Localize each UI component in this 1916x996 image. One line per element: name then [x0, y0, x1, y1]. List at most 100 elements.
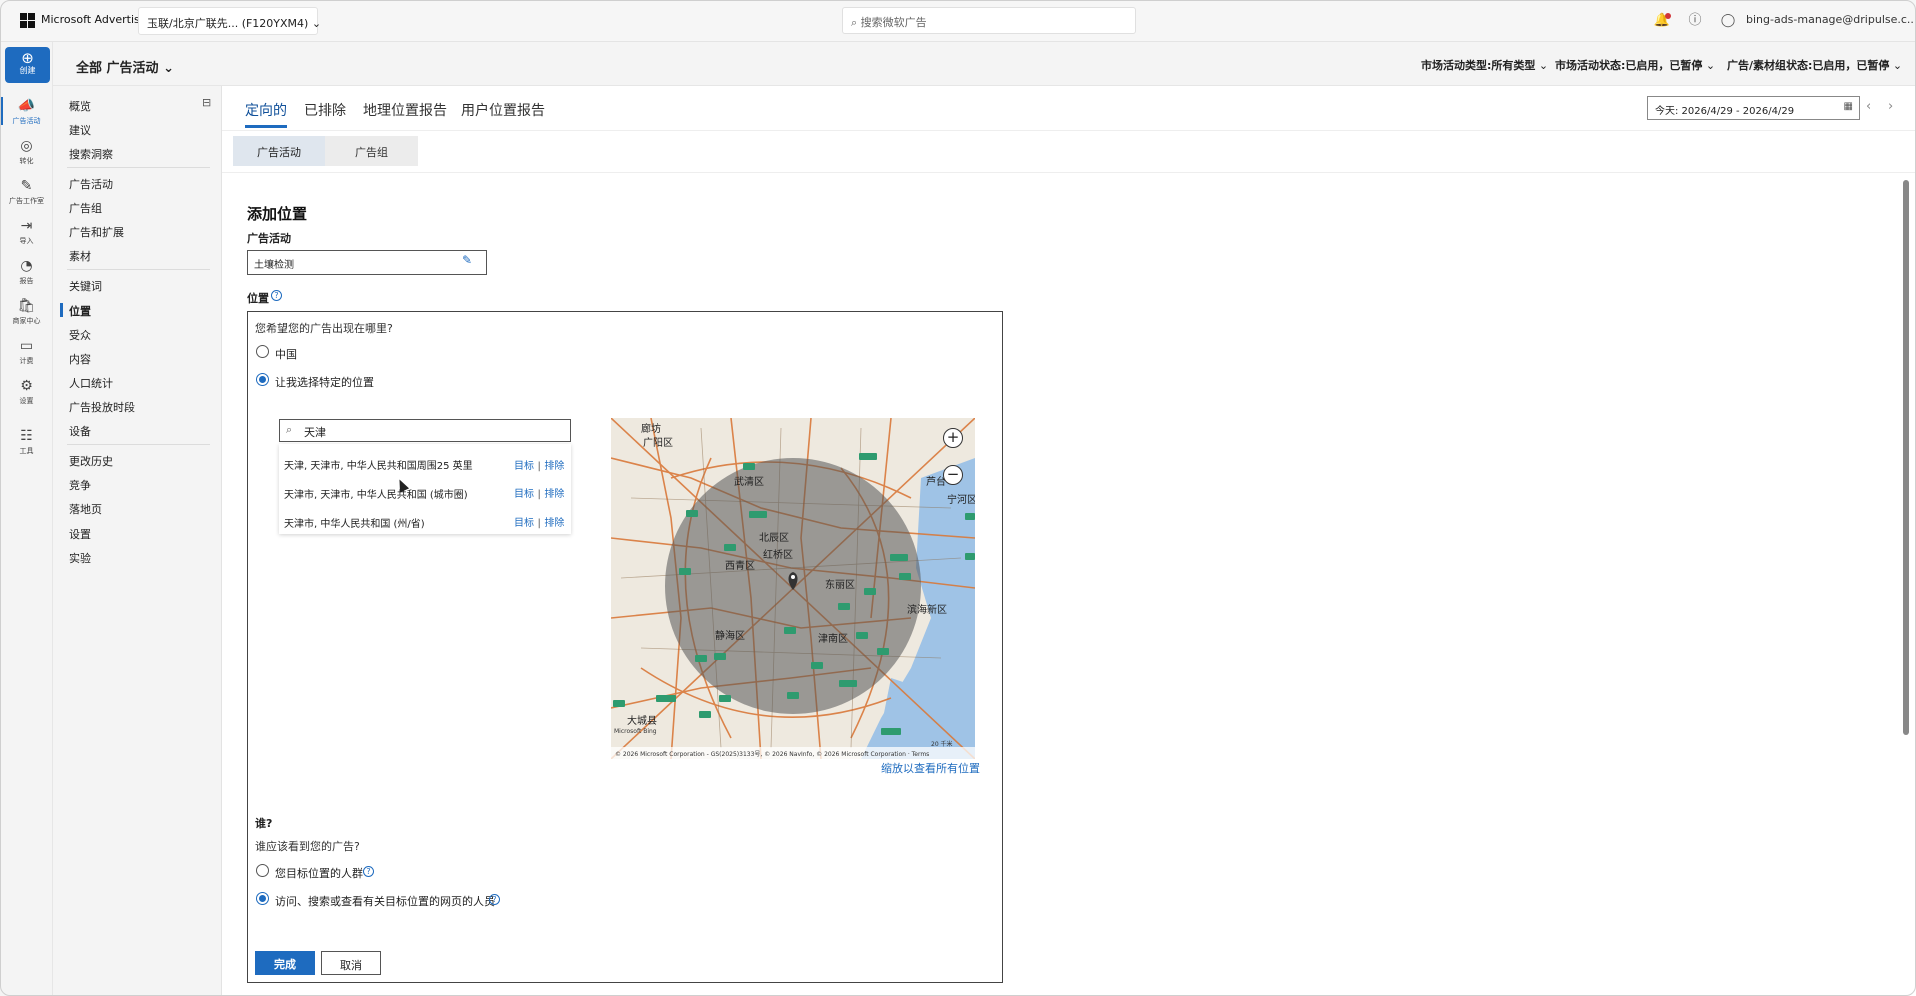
map-label: 红桥区: [763, 548, 793, 561]
filter-campaign-type[interactable]: 市场活动类型:所有类型 ⌄: [1421, 57, 1548, 73]
nav-content[interactable]: 内容: [69, 351, 91, 367]
nav-audiences[interactable]: 受众: [69, 327, 91, 343]
map-label: 武清区: [734, 475, 764, 488]
map-label: 大城县: [627, 714, 657, 727]
nav-experiments[interactable]: 实验: [69, 550, 91, 566]
tab-user-location-report[interactable]: 用户位置报告: [461, 100, 545, 120]
help-icon[interactable]: ?: [271, 290, 282, 301]
collapse-nav-icon[interactable]: ⊟: [202, 96, 211, 109]
nav-competition[interactable]: 竞争: [69, 477, 91, 493]
global-search-input[interactable]: ⌕ 搜索微软广告: [842, 7, 1136, 34]
rail-item-merchant-center[interactable]: 🛍 商家中心: [2, 298, 51, 326]
nav-devices[interactable]: 设备: [69, 423, 91, 439]
scrollbar[interactable]: [1903, 180, 1909, 735]
help-icon[interactable]: ⓘ: [1686, 12, 1704, 30]
nav-keywords[interactable]: 关键词: [69, 278, 102, 294]
suggestion-actions: 目标 | 排除: [514, 514, 564, 529]
chevron-right-icon[interactable]: ›: [1888, 99, 1893, 114]
nav-settings[interactable]: 设置: [69, 526, 91, 542]
filter-ad-status[interactable]: 广告/素材组状态:已启用，已暂停 ⌄: [1727, 57, 1902, 73]
target-link[interactable]: 目标: [514, 461, 534, 472]
nav-locations[interactable]: 位置: [69, 303, 91, 319]
chevron-left-icon[interactable]: ‹: [1866, 99, 1871, 114]
tab-targeted[interactable]: 定向的: [245, 100, 287, 120]
map-scale: 20 千米: [931, 740, 953, 748]
separator: |: [537, 489, 541, 500]
user-avatar-icon[interactable]: ◯: [1719, 12, 1737, 30]
filter-label: 市场活动类型:所有类型: [1421, 59, 1536, 72]
nav-ad-groups[interactable]: 广告组: [69, 200, 102, 216]
help-icon[interactable]: ?: [489, 894, 500, 905]
notification-badge: [1665, 13, 1671, 19]
target-link[interactable]: 目标: [514, 518, 534, 529]
nav-change-history[interactable]: 更改历史: [69, 453, 113, 469]
subtab-campaign[interactable]: 广告活动: [233, 136, 325, 166]
nav-demographics[interactable]: 人口统计: [69, 375, 113, 391]
separator: |: [537, 518, 541, 529]
suggestion-item[interactable]: 天津, 天津市, 中华人民共和国周围25 英里: [284, 457, 473, 472]
nav-assets[interactable]: 素材: [69, 248, 91, 264]
nav-overview[interactable]: 概览: [69, 98, 91, 114]
zoom-to-all-link[interactable]: 缩放以查看所有位置: [881, 760, 980, 776]
nav-landing-pages[interactable]: 落地页: [69, 501, 102, 517]
create-button[interactable]: ⊕ 创建: [5, 47, 50, 83]
nav-search-insights[interactable]: 搜索洞察: [69, 146, 113, 162]
help-icon[interactable]: ?: [363, 866, 374, 877]
nav-ad-schedule[interactable]: 广告投放时段: [69, 399, 135, 415]
rail-label: 设置: [19, 397, 34, 405]
nav-ads-extensions[interactable]: 广告和扩展: [69, 224, 124, 240]
done-button[interactable]: 完成: [255, 951, 315, 975]
rail-label: 计费: [19, 357, 34, 365]
location-map[interactable]: 廊坊 广阳区 武清区 北辰区 红桥区 西青区 东丽区 静海区 津南区 滨海新区 …: [611, 418, 975, 759]
gear-icon: ⚙: [20, 378, 33, 394]
date-range-picker[interactable]: 今天: 2026/4/29 - 2026/4/29 ▦: [1647, 96, 1860, 120]
who-question: 谁应该看到您的广告?: [255, 840, 360, 853]
rail-item-conversions[interactable]: ◎ 转化: [2, 138, 51, 166]
date-range-label: 今天: 2026/4/29 - 2026/4/29: [1655, 106, 1795, 117]
scope-label: 全部 广告活动: [76, 61, 159, 76]
radio-china[interactable]: [256, 345, 269, 358]
suggestion-item[interactable]: 天津市, 天津市, 中华人民共和国 (城市圈): [284, 486, 468, 501]
tab-geo-report[interactable]: 地理位置报告: [363, 100, 447, 120]
rail-item-campaigns[interactable]: 📣 广告活动: [2, 98, 51, 126]
radio-people-interested[interactable]: [256, 892, 269, 905]
rail-item-reports[interactable]: ◔ 报告: [2, 258, 51, 286]
map-label: 廊坊: [641, 422, 661, 435]
cancel-button[interactable]: 取消: [321, 951, 381, 975]
user-email[interactable]: bing-ads-manage@dripulse.c...: [1746, 13, 1916, 26]
map-label: 北辰区: [759, 532, 789, 544]
campaign-scope-selector[interactable]: 全部 广告活动 ⌄: [76, 57, 174, 76]
radio-specific-locations[interactable]: [256, 373, 269, 386]
zoom-out-icon[interactable]: −: [943, 465, 963, 485]
filter-campaign-status[interactable]: 市场活动状态:已启用，已暂停 ⌄: [1555, 57, 1715, 73]
chevron-down-icon: ⌄: [311, 17, 322, 30]
import-icon: ⇥: [20, 218, 33, 234]
rail-item-import[interactable]: ⇥ 导入: [2, 218, 51, 246]
search-icon: ⌕: [851, 16, 858, 29]
radio-people-in-location[interactable]: [256, 864, 269, 877]
exclude-link[interactable]: 排除: [544, 518, 564, 529]
rail-item-billing[interactable]: ▭ 计费: [2, 338, 51, 366]
microsoft-logo-icon: [20, 13, 35, 28]
nav-campaigns[interactable]: 广告活动: [69, 176, 113, 192]
nav-divider: [67, 444, 210, 445]
rail-item-settings[interactable]: ⚙ 设置: [2, 378, 51, 406]
subtab-ad-group[interactable]: 广告组: [325, 136, 418, 166]
edit-image-icon: ✎: [20, 178, 33, 194]
campaign-field[interactable]: 土壤检测: [247, 250, 487, 275]
who-title: 谁?: [255, 817, 273, 830]
tab-excluded[interactable]: 已排除: [304, 100, 346, 120]
map-attribution: © 2026 Microsoft Corporation - GS(2025)3…: [615, 751, 929, 758]
location-search-input[interactable]: 天津: [279, 419, 571, 442]
account-selector[interactable]: 玉联/北京广联先... (F120YXM4) ⌄: [138, 7, 322, 35]
exclude-link[interactable]: 排除: [544, 489, 564, 500]
nav-recommendations[interactable]: 建议: [69, 122, 91, 138]
rail-item-ad-studio[interactable]: ✎ 广告工作室: [2, 178, 51, 206]
rail-item-tools[interactable]: ☷ 工具: [2, 428, 51, 456]
pencil-icon[interactable]: ✎: [462, 253, 472, 267]
suggestion-item[interactable]: 天津市, 中华人民共和国 (州/省): [284, 515, 425, 530]
zoom-in-icon[interactable]: +: [943, 428, 963, 448]
target-link[interactable]: 目标: [514, 489, 534, 500]
chevron-down-icon: ⌄: [163, 61, 174, 76]
exclude-link[interactable]: 排除: [544, 461, 564, 472]
